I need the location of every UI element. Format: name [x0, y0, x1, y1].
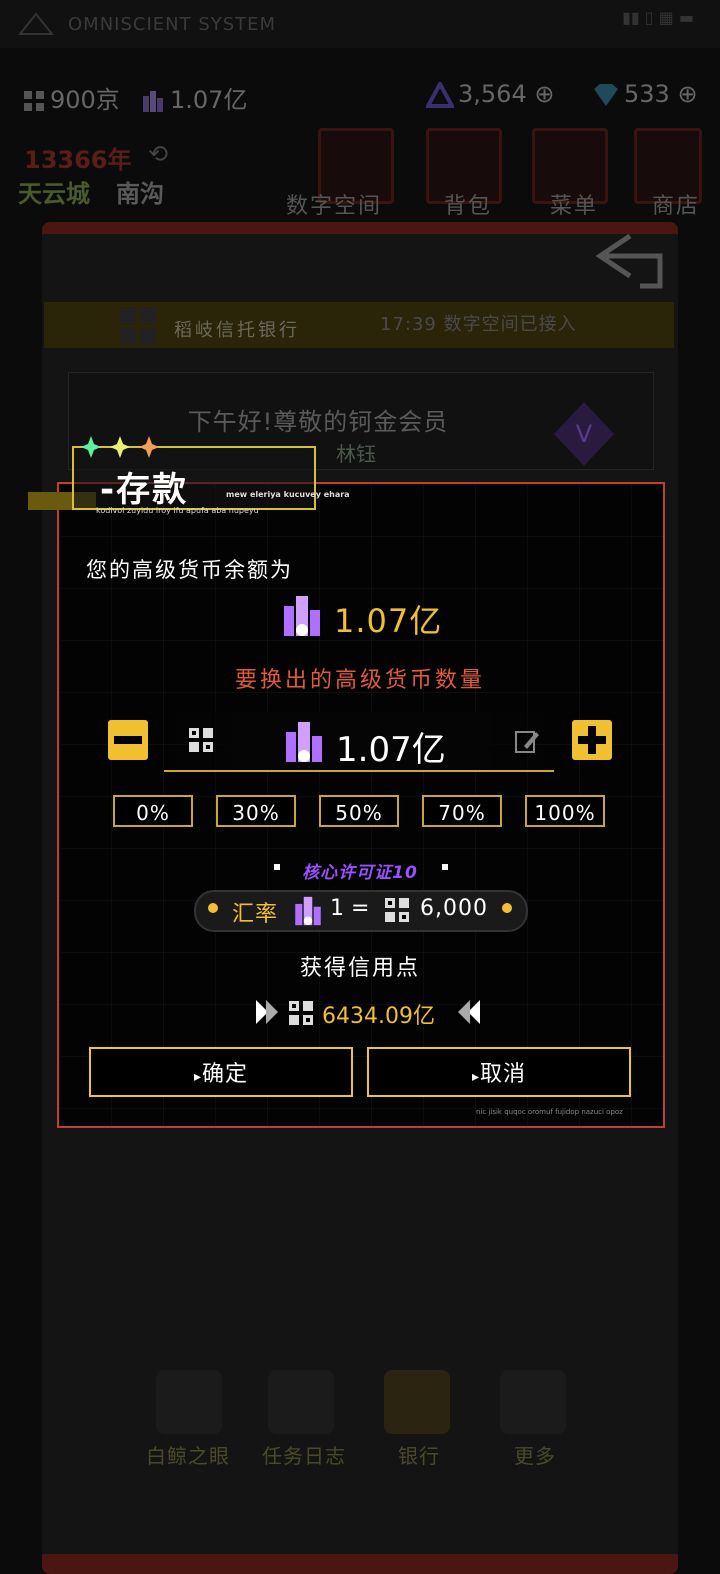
sparkle-decoration-icon — [81, 436, 159, 458]
amount-value: 1.07亿 — [336, 730, 446, 770]
back-arrow-icon[interactable] — [590, 228, 674, 292]
bank-nav-icon[interactable] — [384, 1370, 450, 1434]
system-logo-icon — [18, 12, 54, 35]
bank-logo-icon — [120, 308, 156, 344]
rate-dot-right — [502, 903, 512, 913]
plus-icon — [578, 726, 606, 754]
percent-30-button[interactable]: 30% — [216, 795, 296, 827]
currency-low-value: 900京 — [50, 86, 120, 114]
rate-label: 汇率 — [232, 902, 279, 927]
add-gems-icon[interactable]: ⊕ — [534, 80, 554, 108]
nav-shop-label: 商店 — [652, 194, 701, 219]
member-name: 林钰 — [336, 442, 376, 466]
year-label: 13366年 — [24, 146, 132, 174]
cancel-chevron-icon: ▸ — [471, 1069, 480, 1085]
confirm-button[interactable]: ▸确定 — [89, 1047, 353, 1097]
currency-high-value: 1.07亿 — [170, 86, 248, 114]
arrow-right-icon — [256, 1000, 278, 1024]
rate-left-value: 1 = — [330, 896, 370, 921]
percent-100-button[interactable]: 100% — [525, 795, 605, 827]
diamonds-value: 533 — [624, 80, 670, 108]
confirm-label: 确定 — [202, 1062, 249, 1087]
nav-digital-space-label: 数字空间 — [286, 194, 383, 219]
refresh-icon[interactable]: ⟲ — [148, 140, 168, 168]
currency-low: 900京 — [22, 80, 120, 115]
bottom-nav-whale-eye-label: 白鲸之眼 — [146, 1444, 230, 1468]
decrease-button[interactable] — [108, 720, 148, 760]
license-dot-right — [442, 864, 448, 870]
license-label: 核心许可证10 — [302, 863, 418, 883]
bottom-nav-task-log-label: 任务日志 — [262, 1444, 346, 1468]
exchange-amount-label: 要换出的高级货币数量 — [234, 668, 485, 693]
dialog-footer-text: nic jisik quqoc oromuf fujidop nazuci op… — [476, 1108, 623, 1116]
gems-value: 3,564 — [458, 80, 527, 108]
task-log-icon[interactable] — [268, 1370, 334, 1434]
bottom-nav-bank-label: 银行 — [398, 1444, 440, 1468]
whale-eye-icon[interactable] — [156, 1370, 222, 1434]
greeting-text: 下午好!尊敬的钶金会员 — [187, 408, 449, 436]
app-title: OMNISCIENT SYSTEM — [68, 14, 277, 35]
district-label: 南沟 — [116, 180, 164, 208]
credit-chip-rate-icon — [385, 898, 409, 922]
percent-50-button[interactable]: 50% — [319, 795, 399, 827]
rate-dot-left — [208, 903, 218, 913]
credit-label: 获得信用点 — [299, 956, 420, 981]
bank-time-status: 17:39 数字空间已接入 — [380, 314, 577, 335]
rate-right-value: 6,000 — [420, 896, 488, 921]
minus-icon — [114, 736, 142, 744]
currency-high: 1.07亿 — [140, 80, 247, 115]
credit-value: 6434.09亿 — [322, 1004, 435, 1029]
nav-backpack-label: 背包 — [444, 194, 493, 219]
bank-name: 稻岐信托银行 — [174, 320, 300, 341]
status-icons: ▮▮ ▯ ▦ ▬ — [622, 8, 694, 27]
add-diamonds-icon[interactable]: ⊕ — [677, 80, 697, 108]
crystal-currency-icon — [284, 596, 320, 636]
cancel-button[interactable]: ▸取消 — [367, 1047, 631, 1097]
more-icon[interactable] — [500, 1370, 566, 1434]
percent-70-button[interactable]: 70% — [422, 795, 502, 827]
crystal-rate-icon — [295, 896, 321, 926]
balance-label: 您的高级货币余额为 — [86, 558, 293, 582]
gem-icon — [426, 82, 454, 108]
crystal-icon — [143, 91, 163, 112]
gems: 3,564 ⊕ — [426, 80, 554, 108]
dialog-title: -存款 — [100, 470, 189, 510]
increase-button[interactable] — [572, 720, 612, 760]
arrow-left-icon — [458, 1000, 480, 1024]
credit-chip-result-icon — [289, 1001, 313, 1025]
city-label: 天云城 — [18, 180, 90, 208]
balance-value: 1.07亿 — [334, 602, 443, 640]
confirm-chevron-icon: ▸ — [193, 1069, 202, 1085]
percent-0-button[interactable]: 0% — [113, 795, 193, 827]
dialog-title-subtext: mew eleriya kucuvey ehara — [226, 490, 350, 499]
dialog-title-subtext-2: kodivol zuyidu iroy ifu apufa aba nupeyu — [96, 506, 259, 515]
crystal-amount-icon — [286, 722, 322, 762]
cancel-label: 取消 — [480, 1062, 527, 1087]
diamond-icon — [594, 84, 618, 106]
credit-chip-icon — [24, 91, 44, 111]
diamonds: 533 ⊕ — [592, 80, 698, 108]
svg-text:V: V — [576, 420, 593, 448]
vip-badge-icon: V — [554, 402, 614, 466]
credit-chip-small-icon — [189, 728, 213, 752]
nav-menu-label: 菜单 — [550, 194, 599, 219]
bottom-nav-more-label: 更多 — [514, 1444, 556, 1468]
edit-icon[interactable] — [514, 728, 540, 754]
